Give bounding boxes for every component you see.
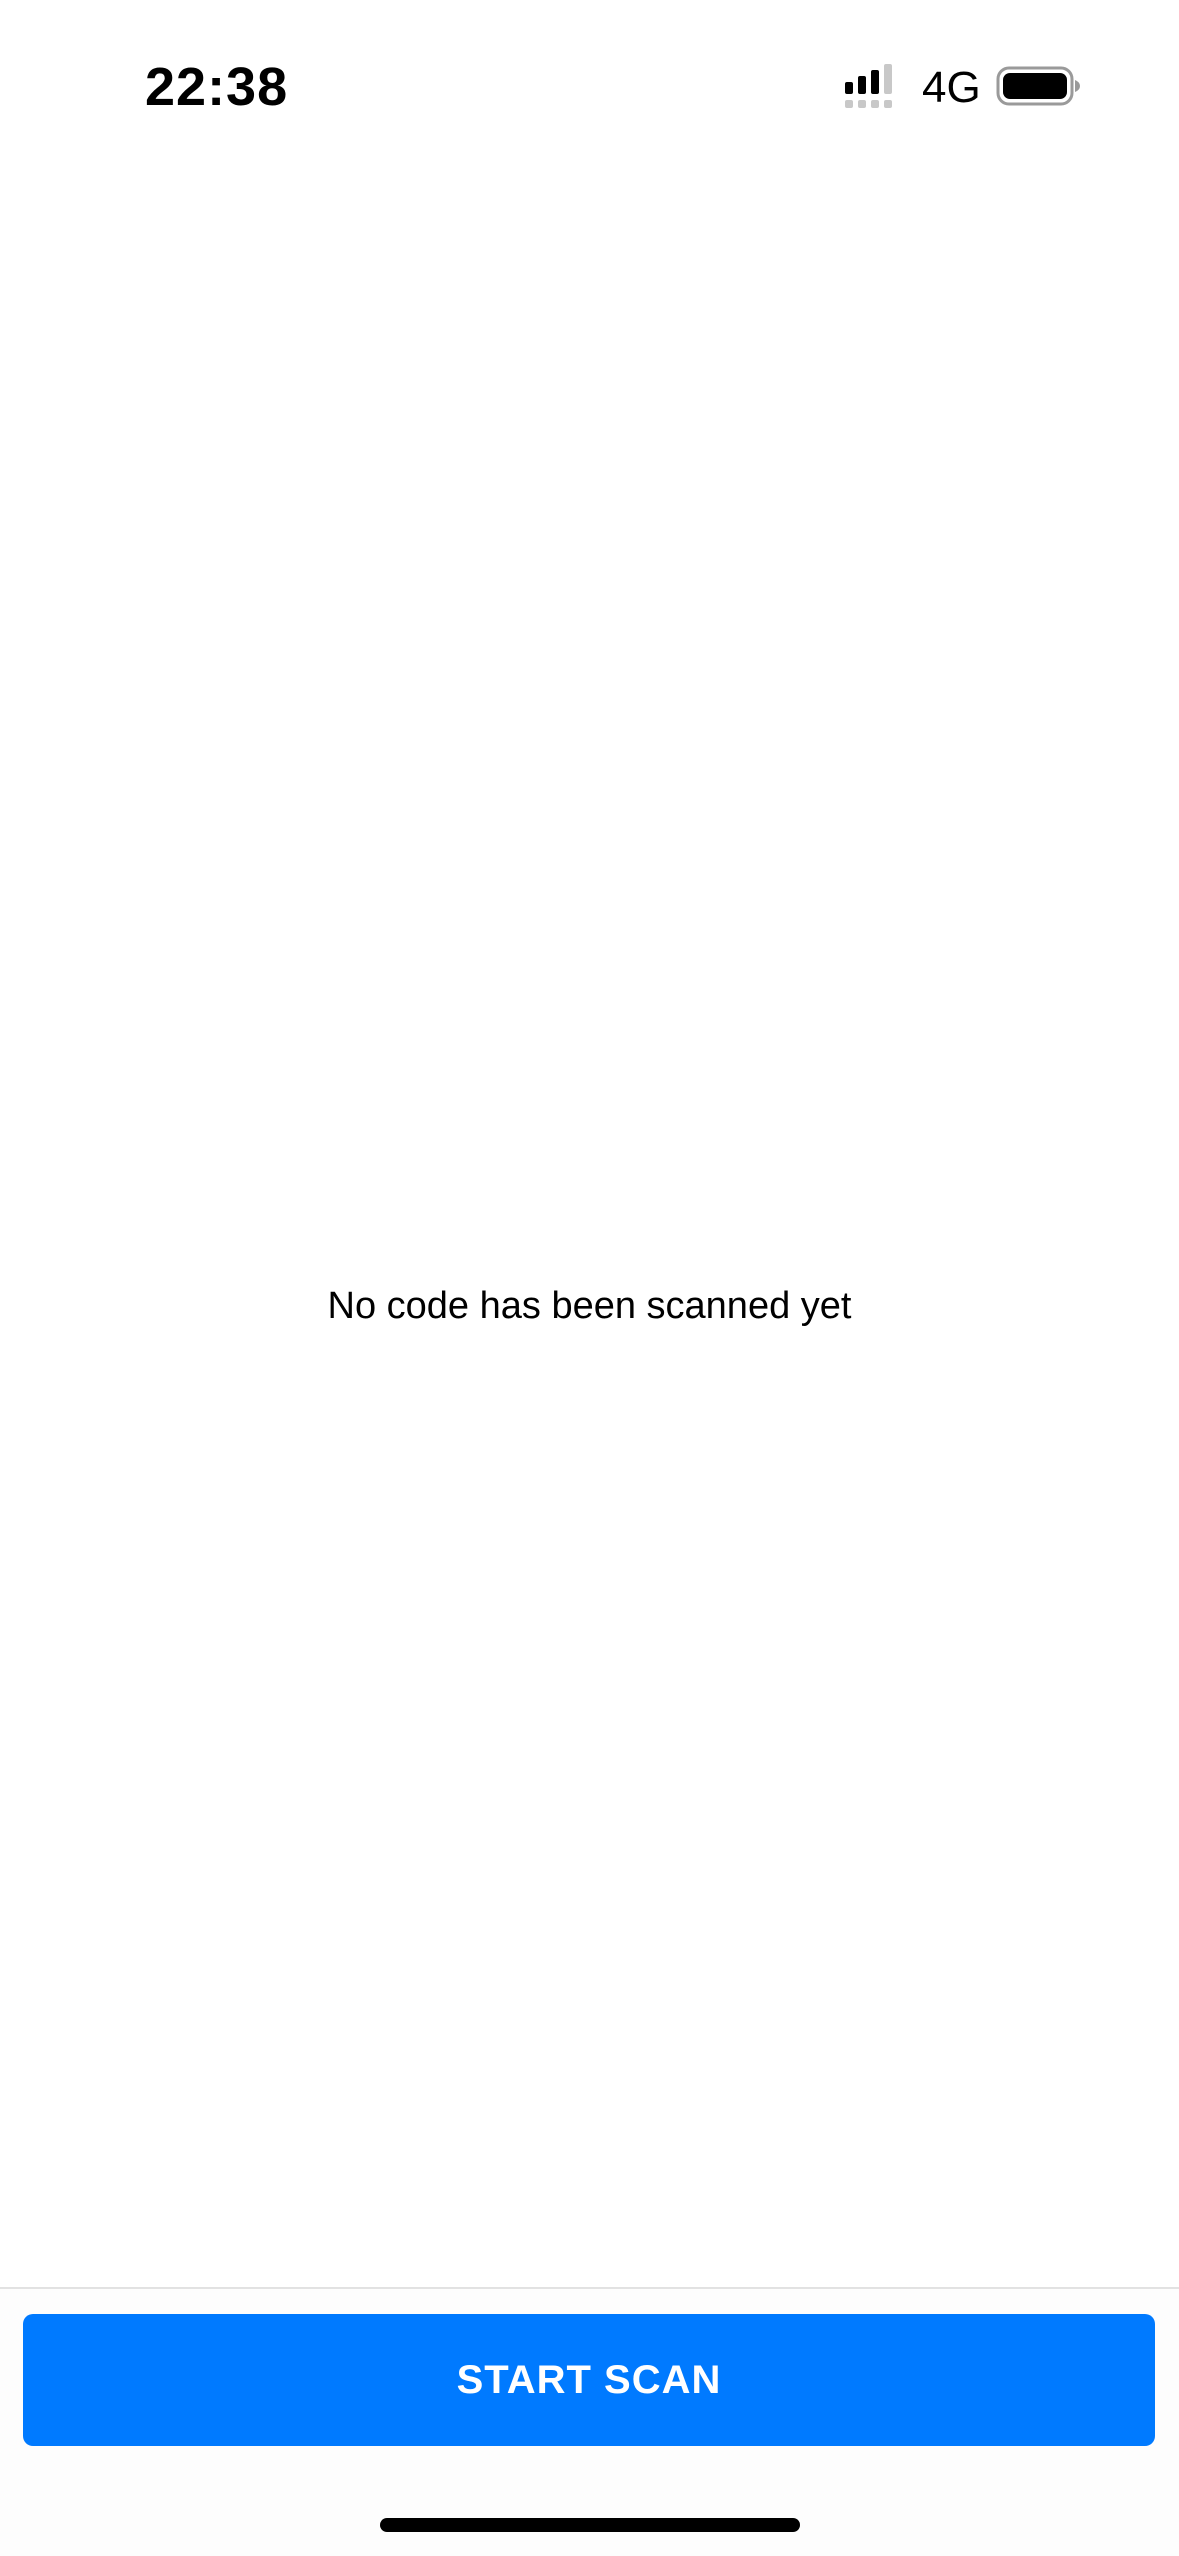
- network-type-label: 4G: [922, 63, 981, 112]
- cellular-signal-icon: [845, 64, 892, 108]
- main-content: No code has been scanned yet: [0, 170, 1179, 2287]
- bottom-action-bar: START SCAN: [0, 2287, 1179, 2556]
- home-indicator[interactable]: [380, 2518, 800, 2532]
- status-bar: 22:38 4G: [0, 0, 1179, 170]
- start-scan-button[interactable]: START SCAN: [23, 2314, 1155, 2446]
- status-time: 22:38: [145, 57, 289, 117]
- battery-icon: [996, 66, 1080, 106]
- empty-state-message: No code has been scanned yet: [327, 1285, 852, 1327]
